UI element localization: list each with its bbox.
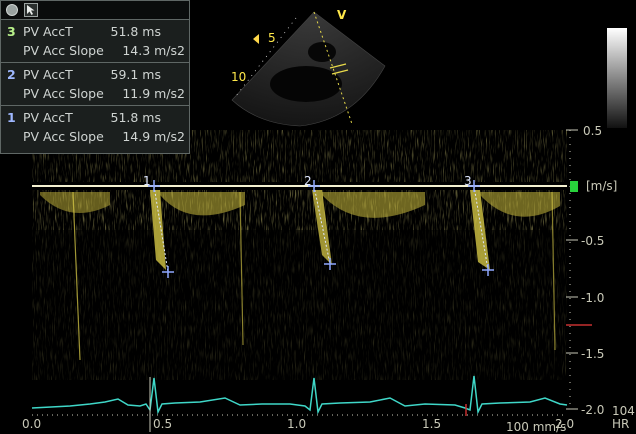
sector-orientation-marker-icon xyxy=(253,34,259,44)
acct-label: PV AccT xyxy=(23,67,73,82)
ecg-trace xyxy=(31,375,568,415)
y-tick-0.5: 0.5 xyxy=(583,124,602,138)
slope-label: PV Acc Slope xyxy=(23,129,104,144)
y-tick-neg0.5: -0.5 xyxy=(581,234,604,248)
depth-mark-5: 5 xyxy=(268,31,276,45)
slope-value: 14.9 m/s2 xyxy=(122,129,185,144)
acct-value: 51.8 ms xyxy=(110,110,162,125)
caliper-label-3: 3 xyxy=(464,174,472,188)
caliper-label-2: 2 xyxy=(304,174,312,188)
baseline-marker-icon xyxy=(570,181,578,192)
acct-value: 59.1 ms xyxy=(110,67,162,82)
sector-marker-label: V xyxy=(337,8,347,22)
measurement-group-2[interactable]: 2 PV AccT 59.1 ms PV Acc Slope 11.9 m/s2 xyxy=(1,63,189,106)
caliper-label-1: 1 xyxy=(143,174,151,188)
acct-label: PV AccT xyxy=(23,110,73,125)
record-button[interactable] xyxy=(6,4,18,16)
heart-rate-value: 104 xyxy=(612,404,635,418)
velocity-unit: [m/s] xyxy=(586,179,617,193)
x-tick-0.5: 0.5 xyxy=(153,417,172,431)
acct-value: 51.8 ms xyxy=(110,24,162,39)
doppler-spectrum xyxy=(32,130,567,380)
x-tick-1.0: 1.0 xyxy=(287,417,306,431)
y-tick-neg2.0: -2.0 xyxy=(581,403,604,417)
x-tick-1.5: 1.5 xyxy=(422,417,441,431)
acct-label: PV AccT xyxy=(23,24,73,39)
group-index: 1 xyxy=(7,110,16,125)
group-index: 2 xyxy=(7,67,16,82)
slope-label: PV Acc Slope xyxy=(23,86,104,101)
panel-toolbar xyxy=(1,1,189,20)
x-tick-0.0: 0.0 xyxy=(22,417,41,431)
heart-rate-label: HR xyxy=(612,417,629,431)
slope-value: 14.3 m/s2 xyxy=(122,43,185,58)
slope-label: PV Acc Slope xyxy=(23,43,104,58)
y-tick-neg1.0: -1.0 xyxy=(581,291,604,305)
measurement-group-3[interactable]: 3 PV AccT 51.8 ms PV Acc Slope 14.3 m/s2 xyxy=(1,20,189,63)
grayscale-bar xyxy=(607,28,627,128)
group-index: 3 xyxy=(7,24,16,39)
measurement-panel: 3 PV AccT 51.8 ms PV Acc Slope 14.3 m/s2… xyxy=(0,0,190,154)
velocity-scale: 0.5 [m/s] -0.5 -1.0 -1.5 -2.0 xyxy=(566,124,617,417)
depth-mark-10: 10 xyxy=(231,70,246,84)
y-tick-neg1.5: -1.5 xyxy=(581,347,604,361)
sweep-speed: 100 mm/s xyxy=(506,420,566,434)
echo-sector-image xyxy=(231,11,386,127)
cursor-tool-icon[interactable] xyxy=(24,3,38,17)
measurement-group-1[interactable]: 1 PV AccT 51.8 ms PV Acc Slope 14.9 m/s2 xyxy=(1,106,189,148)
slope-value: 11.9 m/s2 xyxy=(122,86,185,101)
